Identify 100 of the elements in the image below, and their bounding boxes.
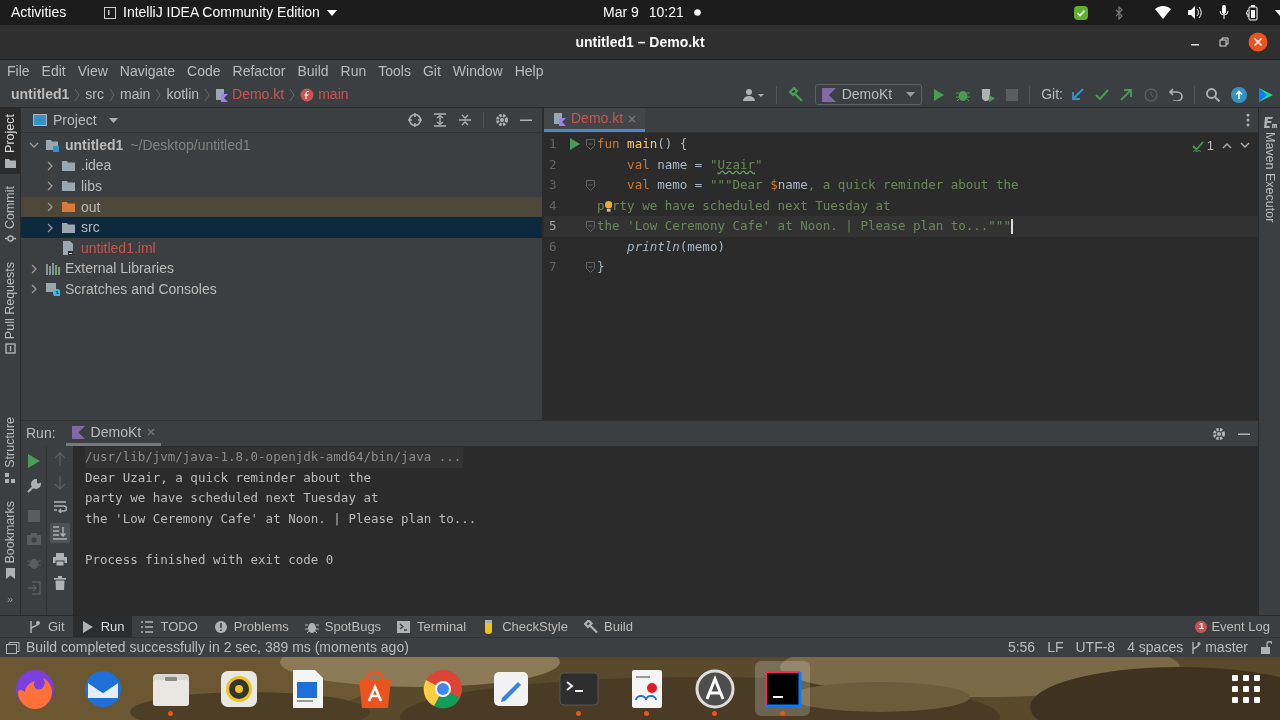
run-gutter-icon[interactable] [570, 138, 580, 151]
chevron-down-icon[interactable] [1240, 142, 1250, 150]
tool-tab[interactable]: TODO [132, 616, 206, 637]
indent-setting[interactable]: 4 spaces [1127, 637, 1184, 658]
tree-row[interactable]: untitled1 ~/Desktop/untitled1 [21, 135, 542, 156]
commit-check-icon[interactable] [1095, 88, 1109, 101]
branch-widget[interactable]: master [1191, 637, 1248, 658]
line-separator[interactable]: LF [1047, 637, 1064, 658]
menu-item[interactable]: Help [513, 60, 545, 82]
scroll-to-end-icon[interactable] [50, 523, 70, 543]
tree-row[interactable]: src [21, 217, 542, 238]
update-circle-icon[interactable] [693, 667, 736, 710]
tree-row[interactable]: External Libraries [21, 258, 542, 280]
hammer-icon[interactable] [787, 86, 804, 103]
tool-window-tab[interactable]: Bookmarks [0, 494, 20, 585]
file-encoding[interactable]: UTF-8 [1075, 637, 1116, 658]
tool-tab[interactable]: SpotBugs [296, 616, 390, 637]
undo-icon[interactable] [1169, 88, 1183, 101]
tree-row[interactable]: Scratches and Consoles [21, 279, 542, 300]
menu-item[interactable]: Window [451, 60, 504, 82]
tree-row[interactable]: out [21, 196, 542, 218]
tool-tab[interactable]: CheckStyle [474, 616, 576, 637]
tool-window-tab[interactable]: Pull Requests [0, 255, 20, 361]
upload-icon[interactable] [1231, 86, 1247, 103]
folder-icon [62, 220, 76, 235]
tool-tab[interactable]: Run [72, 616, 133, 637]
breadcrumb-item[interactable]: untitled1 [11, 84, 70, 105]
menu-item[interactable]: Code [186, 60, 222, 82]
menu-item[interactable]: File [6, 60, 31, 82]
app-grid-icon[interactable] [1232, 675, 1260, 703]
inspection-widget[interactable]: 1 [1191, 136, 1214, 156]
fox-icon[interactable] [13, 667, 56, 710]
print-icon[interactable] [53, 553, 67, 566]
menu-item[interactable]: Edit [40, 60, 67, 82]
menu-item[interactable]: Navigate [118, 60, 177, 82]
chevron-icon [155, 87, 162, 102]
event-log-button[interactable]: 1 Event Log [1195, 616, 1270, 637]
restore-icon[interactable] [1219, 37, 1229, 47]
close-icon[interactable] [1248, 32, 1268, 52]
run-icon[interactable] [933, 87, 946, 102]
menu-item[interactable]: Build [296, 60, 330, 82]
tree-row[interactable]: libs [21, 176, 542, 197]
shield-check-icon [1073, 4, 1089, 21]
tool-window-tab[interactable]: Commit [0, 179, 20, 250]
folder-icon [4, 156, 16, 168]
tool-tab[interactable]: Build [576, 616, 641, 637]
menu-item[interactable]: Run [339, 60, 368, 82]
menu-item[interactable]: Git [421, 60, 442, 82]
kotlin-icon [71, 425, 85, 439]
plugin-logo-icon[interactable] [1258, 86, 1274, 103]
chevron-up-icon[interactable] [1222, 142, 1232, 150]
folder-icon [62, 179, 76, 194]
fold-marker-icon[interactable] [586, 138, 595, 150]
trash-icon[interactable] [54, 576, 66, 590]
update-arrow-icon[interactable] [1071, 88, 1084, 101]
fold-marker-icon[interactable] [586, 180, 595, 191]
rerun-icon[interactable] [27, 454, 40, 468]
more-button[interactable]: » [0, 590, 20, 607]
tool-window-tab[interactable]: Structure [0, 411, 20, 489]
app-menu[interactable]: IntelliJ IDEA Community Edition [104, 2, 337, 23]
coverage-icon[interactable] [981, 87, 996, 102]
status-toggle-icon[interactable] [6, 641, 20, 654]
target-icon[interactable] [408, 113, 422, 127]
tool-window-tab[interactable]: Project [0, 108, 20, 174]
run-configuration-dropdown[interactable]: DemoKt [814, 84, 923, 105]
fold-marker-icon[interactable] [586, 262, 595, 274]
settings-icon[interactable] [495, 113, 509, 127]
collapse-all-icon[interactable] [458, 113, 472, 127]
more-vertical-icon[interactable] [1246, 113, 1250, 127]
fold-marker-icon[interactable] [586, 221, 595, 233]
tool-tab[interactable]: Terminal [389, 616, 475, 637]
tool-window-tab[interactable]: Maven Executor [1260, 132, 1279, 223]
clock[interactable]: Mar 9 10:21 [603, 2, 701, 23]
soft-wrap-icon[interactable] [53, 500, 67, 513]
menu-item[interactable]: Refactor [231, 60, 287, 82]
tool-tab[interactable]: Git [20, 616, 73, 637]
window-title: untitled1 – Demo.kt [575, 32, 705, 52]
menu-item[interactable]: View [76, 60, 109, 82]
lock-icon[interactable] [1260, 641, 1272, 654]
settings-icon[interactable] [1212, 426, 1226, 441]
user-dropdown-icon[interactable] [742, 87, 765, 102]
lightbulb-icon[interactable] [604, 198, 613, 214]
tree-row[interactable]: .idea [21, 155, 542, 177]
project-view-dropdown[interactable]: Project [33, 109, 118, 131]
folder-icon [62, 200, 76, 215]
library-icon [46, 261, 60, 276]
wrench-icon[interactable] [26, 479, 41, 493]
git-icon [28, 619, 42, 634]
push-arrow-icon[interactable] [1120, 88, 1133, 101]
panel-title: Run: [26, 424, 56, 443]
browser-icon[interactable] [421, 667, 464, 710]
menu-item[interactable]: Tools [377, 60, 412, 82]
tool-tab[interactable]: Problems [205, 616, 297, 637]
breadcrumb-item[interactable]: src [85, 84, 104, 105]
breadcrumb-item[interactable]: kotlin [166, 84, 200, 105]
expand-all-icon[interactable] [433, 113, 447, 127]
breadcrumb-item[interactable]: main [120, 84, 151, 105]
caret-position[interactable]: 5:56 [1007, 637, 1036, 658]
activities-button[interactable]: Activities [11, 2, 67, 23]
search-icon[interactable] [1206, 87, 1220, 102]
